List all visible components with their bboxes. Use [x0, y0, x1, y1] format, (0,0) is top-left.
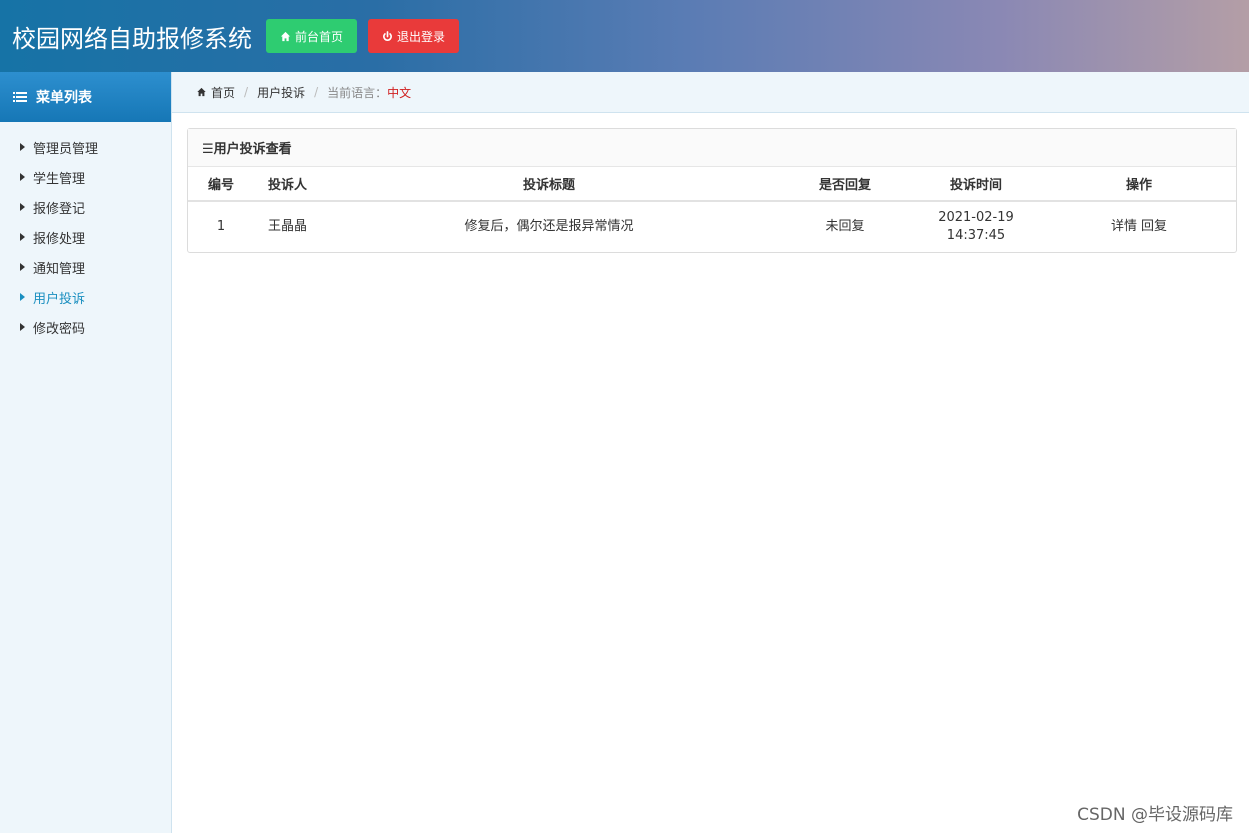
sidebar-item-repair-register[interactable]: 报修登记: [0, 192, 171, 222]
panel-title: ☰用户投诉查看: [188, 129, 1236, 167]
cell-id: 1: [216, 219, 226, 234]
sidebar-item-label: 报修处理: [33, 231, 86, 247]
column-header-reply-status: 是否回复: [780, 167, 910, 202]
front-home-button[interactable]: 前台首页: [266, 19, 358, 53]
caret-right-icon: [20, 143, 25, 151]
sidebar-item-notices[interactable]: 通知管理: [0, 252, 171, 282]
caret-right-icon: [20, 233, 25, 241]
column-header-user: 投诉人: [254, 167, 318, 202]
watermark: CSDN @毕设源码库: [1077, 805, 1233, 825]
cell-date: 2021-02-19: [938, 210, 1014, 225]
breadcrumb-separator: /: [244, 85, 249, 99]
sidebar-item-change-password[interactable]: 修改密码: [0, 312, 171, 342]
cell-actions: 详情 回复: [1042, 201, 1236, 252]
sidebar-heading-label: 菜单列表: [36, 90, 92, 106]
logout-button[interactable]: 退出登录: [368, 19, 460, 53]
table-row: 1 王晶晶 修复后，偶尔还是报异常情况 未回复 2021-02-19 14:37…: [188, 201, 1236, 252]
language-label: 当前语言：: [327, 85, 388, 100]
cell-reply-status: 未回复: [825, 219, 865, 234]
caret-right-icon: [20, 293, 25, 301]
sidebar-item-label: 用户投诉: [33, 291, 86, 307]
home-icon: [197, 87, 206, 97]
column-header-time: 投诉时间: [910, 167, 1042, 202]
sidebar-item-label: 学生管理: [33, 171, 86, 187]
cell-time: 2021-02-19 14:37:45: [910, 201, 1042, 252]
sidebar-item-label: 修改密码: [33, 321, 86, 337]
caret-right-icon: [20, 203, 25, 211]
sidebar-item-label: 管理员管理: [33, 141, 99, 157]
sidebar-item-admin[interactable]: 管理员管理: [0, 132, 171, 162]
breadcrumb-home[interactable]: 首页: [211, 84, 235, 101]
cell-user: 王晶晶: [268, 219, 308, 234]
sidebar-item-complaints[interactable]: 用户投诉: [0, 282, 171, 312]
logout-label: 退出登录: [397, 29, 446, 44]
reply-link[interactable]: 回复: [1141, 219, 1167, 234]
sidebar-item-label: 通知管理: [33, 261, 86, 277]
list-icon: [13, 92, 27, 102]
sidebar-item-repair-process[interactable]: 报修处理: [0, 222, 171, 252]
front-home-label: 前台首页: [295, 29, 344, 44]
complaints-table: 编号 投诉人 投诉标题 是否回复 投诉时间 操作 1 王晶晶 修复后，偶尔还是报…: [188, 167, 1236, 252]
cell-clock: 14:37:45: [946, 228, 1006, 243]
top-header: 校园网络自助报修系统 前台首页 退出登录: [0, 0, 1249, 72]
detail-link[interactable]: 详情: [1111, 219, 1137, 234]
sidebar-heading: 菜单列表: [0, 72, 171, 122]
language-value[interactable]: 中文: [387, 84, 411, 101]
app-title: 校园网络自助报修系统: [12, 24, 252, 53]
column-header-title: 投诉标题: [318, 167, 780, 202]
sidebar: 菜单列表 管理员管理 学生管理 报修登记 报修处理 通知管理 用户投诉 修改密码: [0, 72, 172, 833]
power-icon: [383, 30, 392, 41]
home-icon: [280, 31, 291, 41]
sidebar-item-students[interactable]: 学生管理: [0, 162, 171, 192]
sidebar-item-label: 报修登记: [33, 201, 86, 217]
breadcrumb-separator: /: [314, 85, 319, 99]
sidebar-menu: 管理员管理 学生管理 报修登记 报修处理 通知管理 用户投诉 修改密码: [0, 122, 171, 342]
column-header-actions: 操作: [1042, 167, 1236, 202]
breadcrumb: 首页 / 用户投诉 / 当前语言： 中文: [172, 72, 1249, 113]
caret-right-icon: [20, 323, 25, 331]
cell-title: 修复后，偶尔还是报异常情况: [464, 219, 634, 234]
caret-right-icon: [20, 173, 25, 181]
breadcrumb-current[interactable]: 用户投诉: [257, 84, 305, 101]
caret-right-icon: [20, 263, 25, 271]
column-header-id: 编号: [188, 167, 254, 202]
complaints-panel: ☰用户投诉查看 编号 投诉人 投诉标题 是否回复 投诉时间 操作 1 王晶晶 修…: [187, 128, 1237, 253]
table-header-row: 编号 投诉人 投诉标题 是否回复 投诉时间 操作: [188, 167, 1236, 202]
